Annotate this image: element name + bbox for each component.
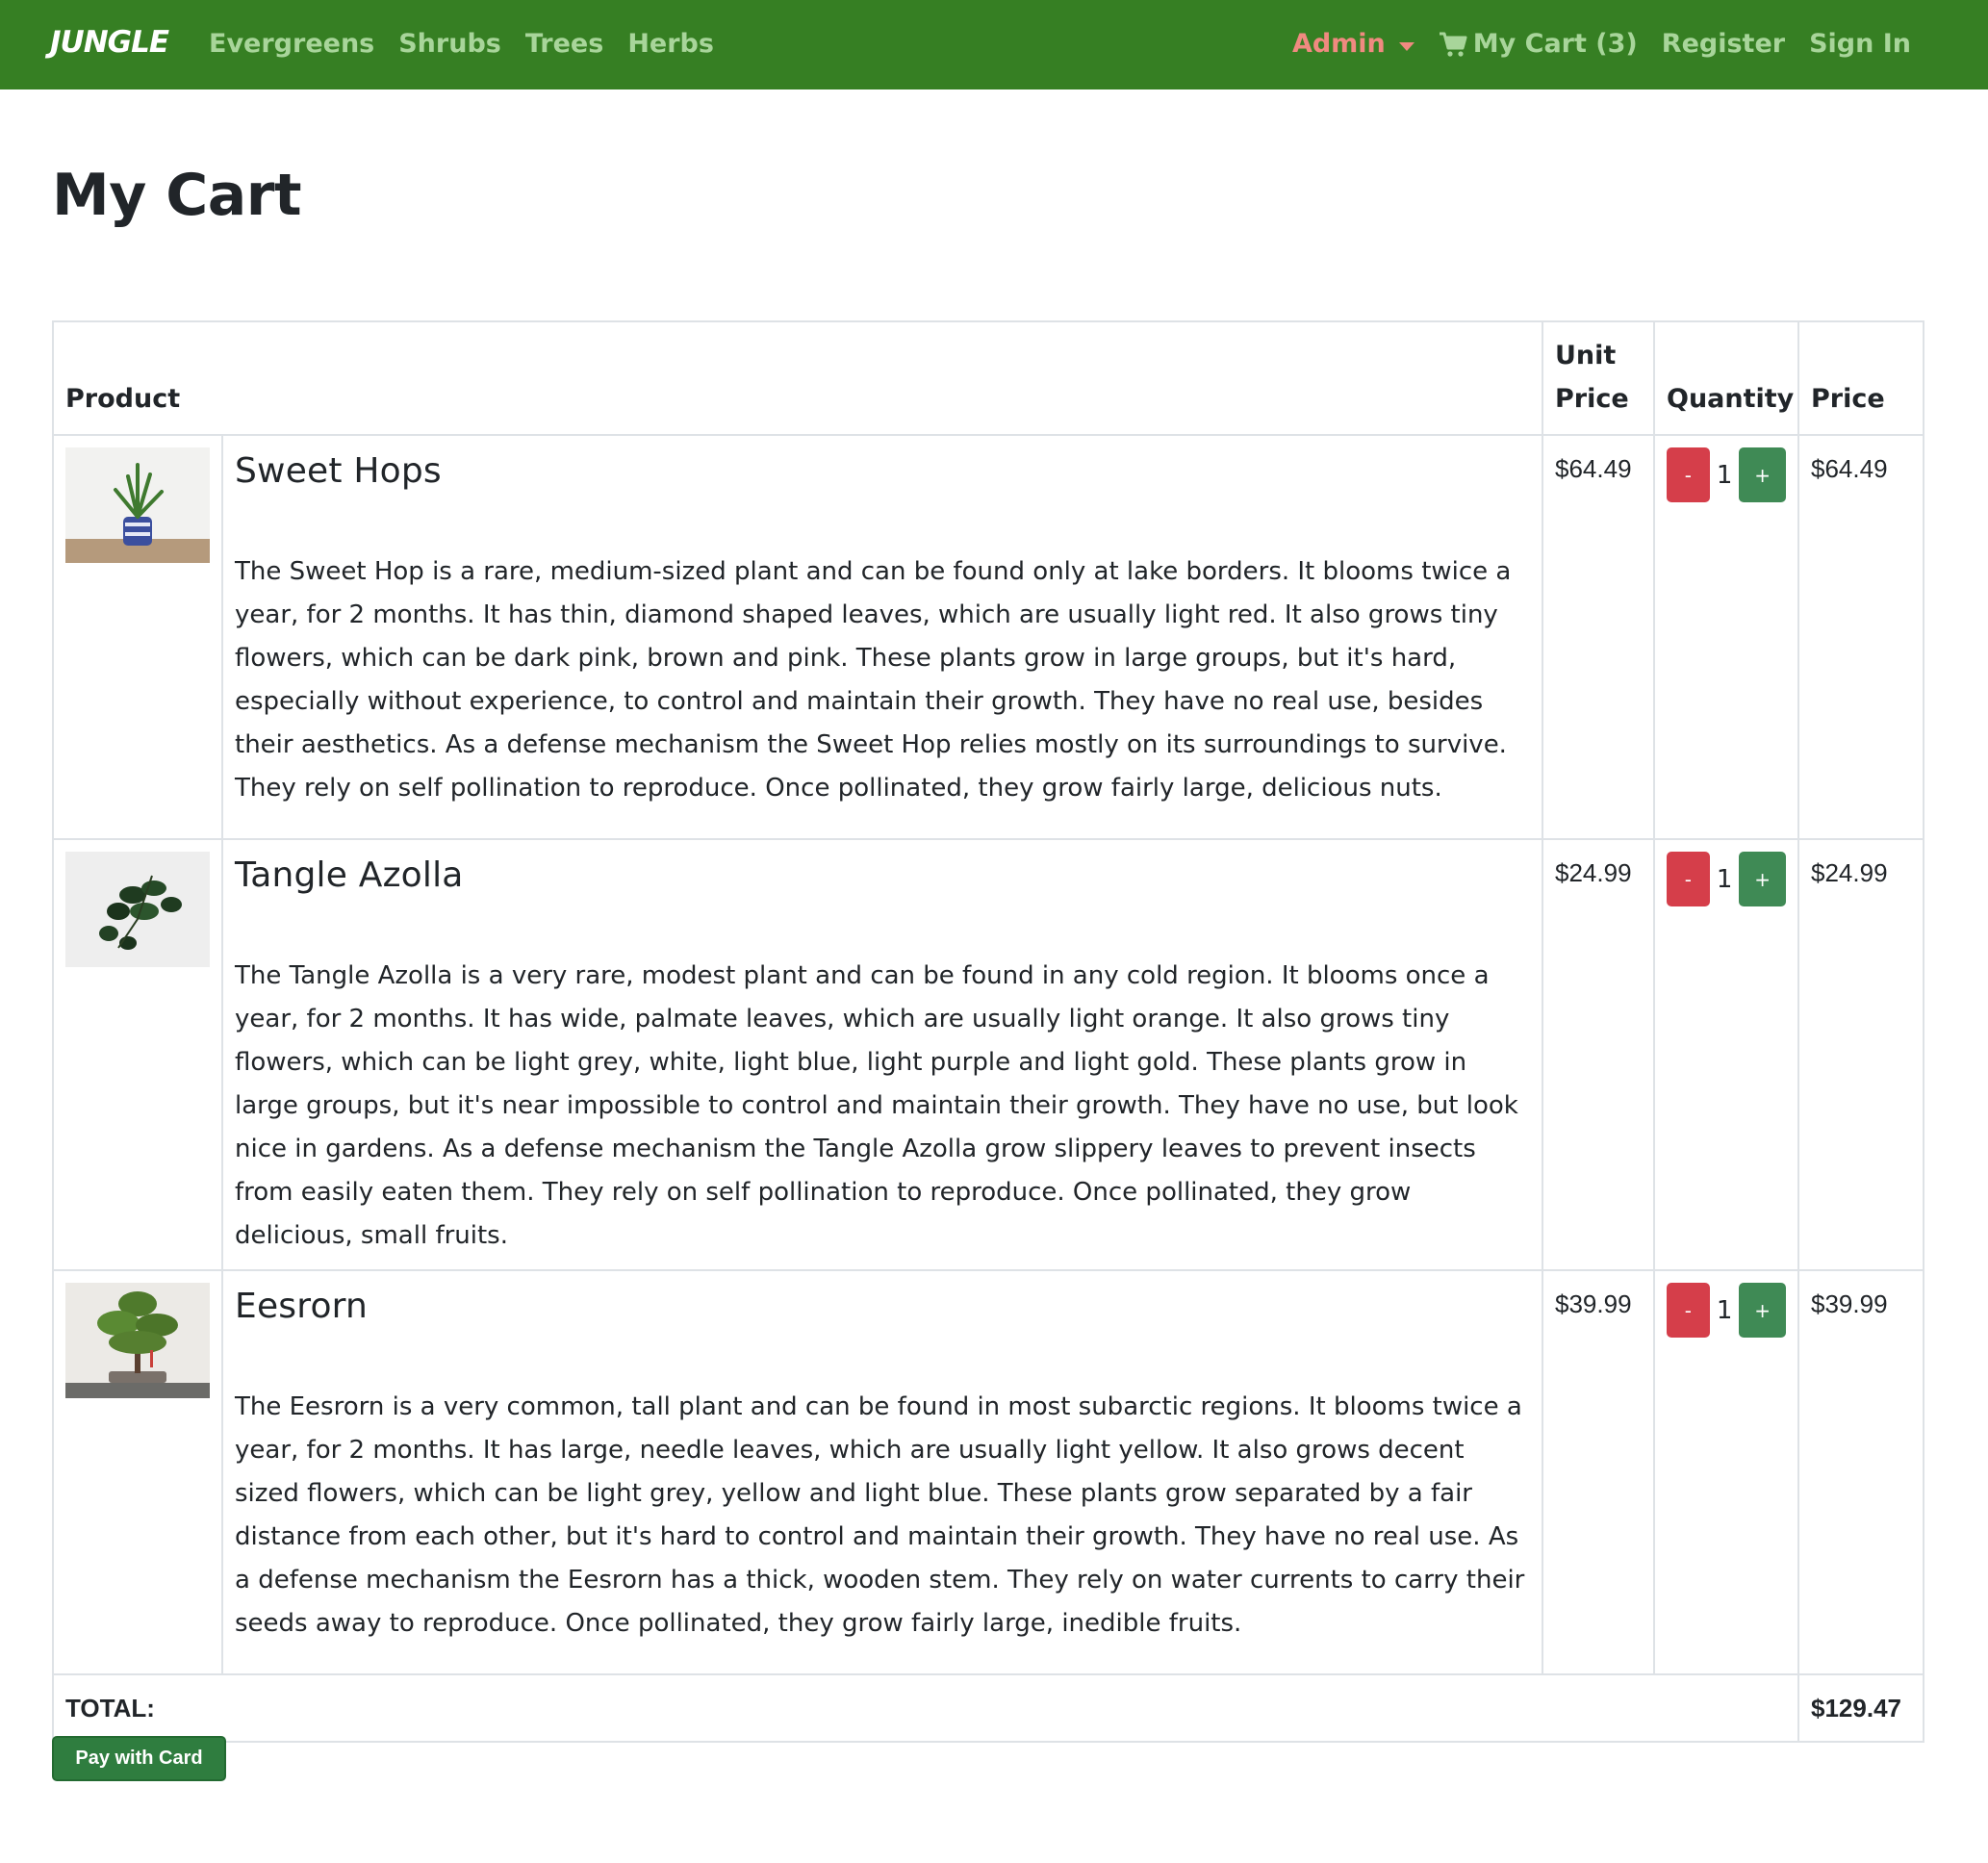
unit-price: $39.99 <box>1542 1269 1655 1675</box>
product-name[interactable]: Eesrorn <box>235 1287 1530 1326</box>
table-row: Sweet Hops The Sweet Hop is a rare, medi… <box>52 434 1924 840</box>
register-link[interactable]: Register <box>1662 25 1785 64</box>
product-description: The Tangle Azolla is a very rare, modest… <box>235 961 1518 1250</box>
product-image <box>65 447 210 563</box>
decrease-quantity-button[interactable]: - <box>1667 1283 1710 1338</box>
pay-with-card-button[interactable]: Pay with Card <box>52 1736 226 1781</box>
admin-dropdown[interactable]: Admin <box>1292 25 1415 64</box>
quantity-cell: - 1 + <box>1653 1269 1799 1675</box>
total-row: TOTAL: $129.47 <box>52 1673 1924 1743</box>
product-image-cell <box>52 1269 223 1675</box>
product-image <box>65 852 210 967</box>
product-image <box>65 1283 210 1398</box>
header-product: Product <box>52 320 1543 436</box>
product-description: The Eesrorn is a very common, tall plant… <box>235 1392 1525 1638</box>
quantity-stepper: - 1 + <box>1667 852 1786 906</box>
product-description: The Sweet Hop is a rare, medium-sized pl… <box>235 557 1512 803</box>
product-image-cell <box>52 838 223 1271</box>
nav-evergreens[interactable]: Evergreens <box>209 25 374 64</box>
page-title: My Cart <box>52 162 302 229</box>
caret-down-icon <box>1398 41 1415 51</box>
total-label: TOTAL: <box>52 1673 1799 1743</box>
header-quantity: Quantity <box>1653 320 1799 436</box>
nav-shrubs[interactable]: Shrubs <box>398 25 501 64</box>
decrease-quantity-button[interactable]: - <box>1667 852 1710 906</box>
brand-logo[interactable]: JUNGLE <box>50 25 169 60</box>
admin-label: Admin <box>1291 29 1386 59</box>
product-info-cell: Eesrorn The Eesrorn is a very common, ta… <box>221 1269 1543 1675</box>
quantity-value: 1 <box>1716 864 1733 894</box>
line-price: $24.99 <box>1797 838 1924 1271</box>
header-unit-price: Unit Price <box>1542 320 1655 436</box>
quantity-value: 1 <box>1716 460 1733 490</box>
increase-quantity-button[interactable]: + <box>1739 447 1786 502</box>
product-name[interactable]: Tangle Azolla <box>235 855 1530 895</box>
line-price: $64.49 <box>1797 434 1924 840</box>
increase-quantity-button[interactable]: + <box>1739 1283 1786 1338</box>
product-image-cell <box>52 434 223 840</box>
decrease-quantity-button[interactable]: - <box>1667 447 1710 502</box>
my-cart-link[interactable]: My Cart (3) <box>1439 25 1638 64</box>
product-info-cell: Tangle Azolla The Tangle Azolla is a ver… <box>221 838 1543 1271</box>
account-nav: Admin My Cart (3) Register Sign In <box>1292 25 1911 64</box>
cart-label: My Cart (3) <box>1472 29 1638 59</box>
unit-price: $24.99 <box>1542 838 1655 1271</box>
shopping-cart-icon <box>1439 32 1467 57</box>
unit-price: $64.49 <box>1542 434 1655 840</box>
table-row: Tangle Azolla The Tangle Azolla is a ver… <box>52 838 1924 1271</box>
header-price: Price <box>1797 320 1924 436</box>
product-name[interactable]: Sweet Hops <box>235 451 1530 491</box>
total-value: $129.47 <box>1797 1673 1924 1743</box>
nav-trees[interactable]: Trees <box>525 25 603 64</box>
line-price: $39.99 <box>1797 1269 1924 1675</box>
category-nav: Evergreens Shrubs Trees Herbs <box>209 25 714 64</box>
cart-table: Product Unit Price Quantity Price Sweet … <box>52 320 1924 1743</box>
quantity-stepper: - 1 + <box>1667 1283 1786 1338</box>
product-info-cell: Sweet Hops The Sweet Hop is a rare, medi… <box>221 434 1543 840</box>
sign-in-link[interactable]: Sign In <box>1809 25 1911 64</box>
increase-quantity-button[interactable]: + <box>1739 852 1786 906</box>
quantity-cell: - 1 + <box>1653 838 1799 1271</box>
table-header-row: Product Unit Price Quantity Price <box>52 320 1924 436</box>
quantity-cell: - 1 + <box>1653 434 1799 840</box>
navbar: JUNGLE Evergreens Shrubs Trees Herbs Adm… <box>0 0 1988 89</box>
quantity-value: 1 <box>1716 1295 1733 1325</box>
nav-herbs[interactable]: Herbs <box>627 25 714 64</box>
table-row: Eesrorn The Eesrorn is a very common, ta… <box>52 1269 1924 1675</box>
quantity-stepper: - 1 + <box>1667 447 1786 502</box>
